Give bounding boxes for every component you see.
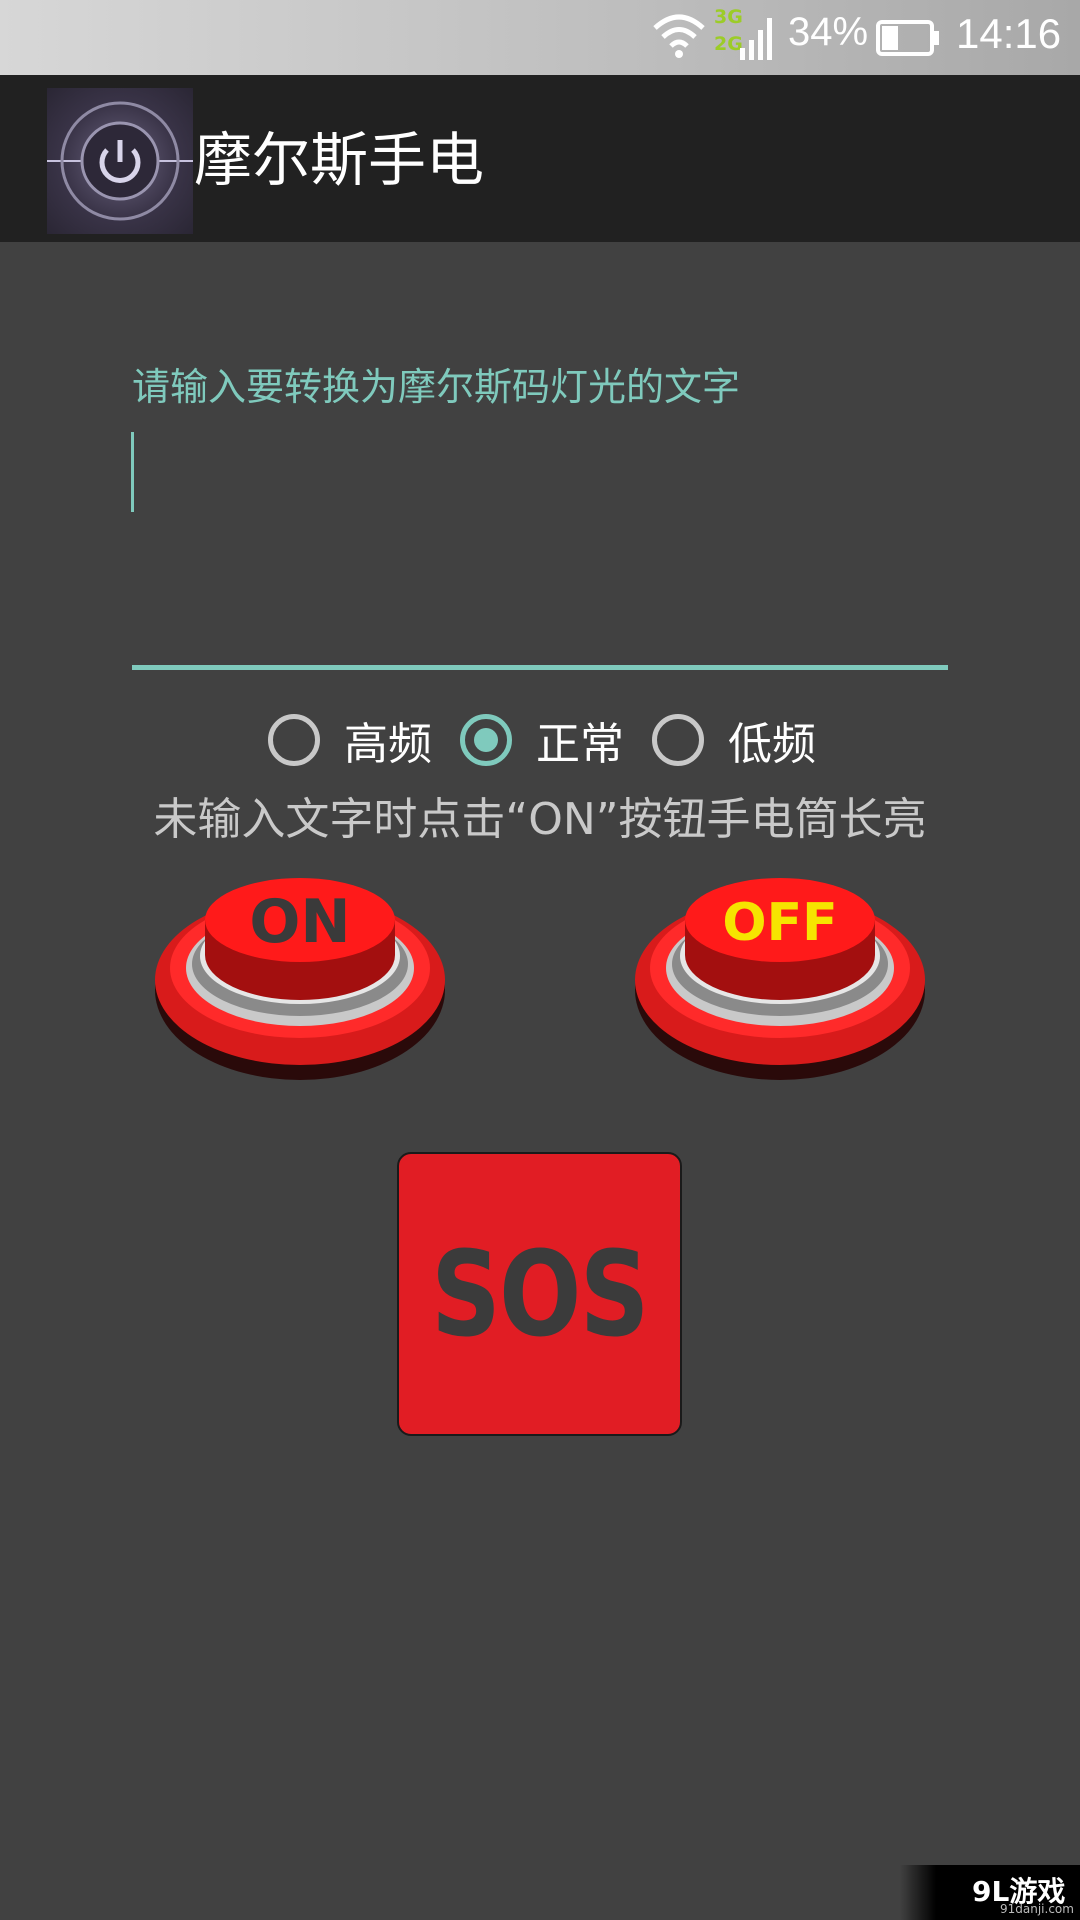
radio-normal-label: 正常 <box>536 719 624 770</box>
watermark-url: 91danji.com <box>1000 1902 1074 1916</box>
off-label: OFF <box>722 893 837 953</box>
text-cursor[interactable] <box>131 432 134 512</box>
network-3g-label: 3G <box>714 6 743 28</box>
power-icon <box>47 88 193 234</box>
signal-icon <box>740 18 772 60</box>
app-title: 摩尔斯手电 <box>194 126 485 194</box>
radio-low-label: 低频 <box>728 719 816 770</box>
wifi-icon <box>653 14 705 58</box>
radio-high[interactable]: 高频 <box>268 705 432 775</box>
radio-high-circle[interactable] <box>268 714 320 766</box>
status-bar: 3G 2G 34% 14:16 <box>0 0 1080 75</box>
radio-normal[interactable]: 正常 <box>460 705 624 775</box>
battery-icon <box>876 20 939 56</box>
sos-label: SOS <box>431 1225 649 1363</box>
on-button[interactable]: ON <box>150 870 450 1100</box>
off-button[interactable]: OFF <box>630 870 930 1100</box>
input-hint: 请输入要转换为摩尔斯码灯光的文字 <box>132 365 741 409</box>
frequency-radio-group: 高频 正常 低频 <box>0 705 1080 775</box>
text-input-underline[interactable] <box>132 665 948 670</box>
network-2g-label: 2G <box>714 33 743 55</box>
clock: 14:16 <box>956 10 1062 57</box>
battery-percent: 34% <box>788 10 869 54</box>
radio-low-circle[interactable] <box>652 714 704 766</box>
info-text: 未输入文字时点击“ON”按钮手电筒长亮 <box>153 794 927 845</box>
on-label: ON <box>249 887 350 957</box>
radio-low[interactable]: 低频 <box>652 705 816 775</box>
sos-button[interactable]: SOS <box>397 1152 682 1436</box>
radio-normal-circle[interactable] <box>460 714 512 766</box>
radio-high-label: 高频 <box>344 719 432 770</box>
